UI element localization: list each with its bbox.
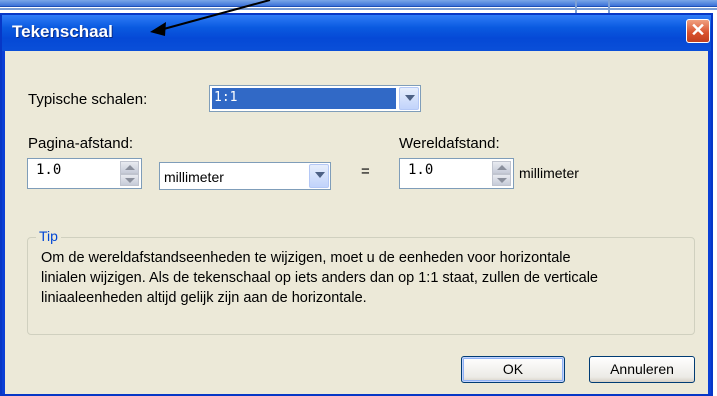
spin-down-icon[interactable] <box>492 173 511 186</box>
scale-label: Typische schalen: <box>28 91 148 108</box>
world-distance-label: Wereldafstand: <box>399 135 500 152</box>
dialog-body: Typische schalen: 1:1 Pagina-afstand: 1.… <box>5 51 708 394</box>
tip-groupbox: Tip Om de wereldafstandseenheden te wijz… <box>27 228 695 335</box>
title-bar[interactable]: Tekenschaal ✕ <box>2 15 711 51</box>
tip-legend: Tip <box>36 228 61 244</box>
cancel-button[interactable]: Annuleren <box>589 356 695 383</box>
tip-line: linialen wijzigen. Als de tekenschaal op… <box>41 270 598 286</box>
close-button[interactable]: ✕ <box>686 19 710 43</box>
page-distance-value: 1.0 <box>36 162 62 178</box>
tip-line: liniaaleenheden altijd gelijk zijn aan d… <box>41 290 367 306</box>
background-separator <box>575 0 577 14</box>
world-distance-value: 1.0 <box>408 162 434 178</box>
chevron-down-icon[interactable] <box>399 87 419 110</box>
spinner-buttons[interactable] <box>492 161 511 186</box>
page-distance-label: Pagina-afstand: <box>28 135 134 152</box>
spin-up-icon[interactable] <box>120 161 139 174</box>
page-unit-select[interactable]: millimeter <box>159 162 331 190</box>
ok-button[interactable]: OK <box>461 356 565 383</box>
world-unit-label: millimeter <box>519 165 579 181</box>
spinner-buttons[interactable] <box>120 161 139 186</box>
tip-text: Om de wereldafstandseenheden te wijzigen… <box>41 248 691 308</box>
dialog-title: Tekenschaal <box>12 22 113 41</box>
tip-line: Om de wereldafstandseenheden te wijzigen… <box>41 250 571 266</box>
equals-sign: = <box>361 163 370 180</box>
scale-value: 1:1 <box>212 88 396 109</box>
close-icon: ✕ <box>690 20 706 40</box>
tekenschaal-dialog: Tekenschaal ✕ Typische schalen: 1:1 Pagi… <box>0 13 713 396</box>
world-distance-spinner[interactable]: 1.0 <box>399 158 514 189</box>
chevron-down-icon[interactable] <box>309 164 329 188</box>
background-separator <box>608 0 610 14</box>
scale-select[interactable]: 1:1 <box>209 85 421 112</box>
spin-down-icon[interactable] <box>120 173 139 186</box>
spin-up-icon[interactable] <box>492 161 511 174</box>
page-unit-value: millimeter <box>164 169 224 185</box>
background-window <box>0 0 717 14</box>
page-distance-spinner[interactable]: 1.0 <box>27 158 142 189</box>
